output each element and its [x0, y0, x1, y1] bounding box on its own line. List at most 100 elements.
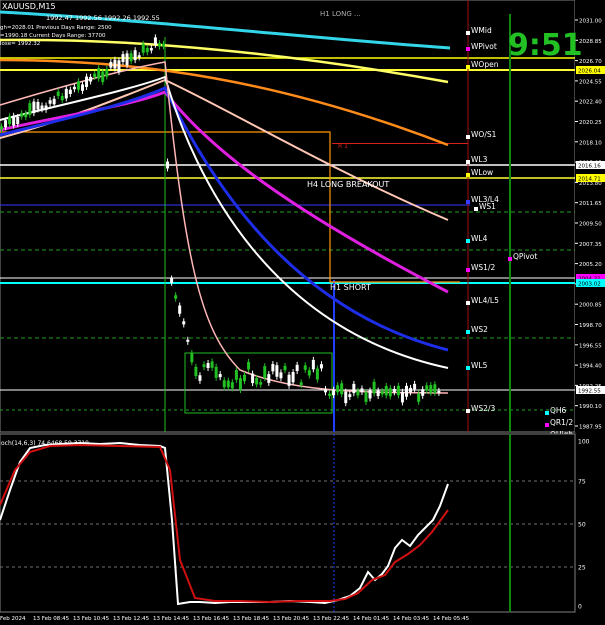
level-marker [466, 200, 470, 204]
candle-body [214, 366, 218, 378]
candle-body [133, 50, 137, 61]
level-marker [466, 31, 470, 35]
r1-label: R 1 [338, 143, 348, 150]
time-axis-label: 13 Feb 16:45 [193, 616, 230, 622]
stochastic-panel[interactable] [0, 433, 576, 613]
candle-body [356, 390, 360, 396]
candle-body [263, 366, 267, 379]
stoch-axis: 100 75 50 25 0 [578, 439, 590, 611]
candle-body [384, 385, 388, 396]
level-label: WLow [471, 168, 493, 177]
candle-body [89, 76, 93, 82]
price-tag-label: 2016.16 [578, 164, 601, 170]
candle-body [101, 71, 105, 83]
candle-body [20, 113, 24, 117]
price-tick-label: 2000.85 [579, 303, 602, 309]
level-label: WL4 [471, 234, 488, 243]
candle-body [170, 278, 174, 283]
candle-body [198, 375, 202, 381]
candle-body [76, 81, 80, 90]
candle-body [295, 364, 299, 372]
level-marker [466, 366, 470, 370]
candle-body [283, 365, 287, 371]
price-tick-label: 2022.40 [579, 100, 602, 106]
candle-body [437, 390, 441, 393]
candle-body [372, 381, 376, 394]
candle-body [97, 68, 101, 79]
info-line-2: =1990.18 Current Days Range: 37700 [0, 33, 106, 39]
time-axis-label: 14 Feb 05:45 [433, 616, 470, 622]
price-tag-label: 2003.02 [578, 282, 601, 288]
candle-body [348, 394, 352, 398]
trading-chart[interactable]: 2031.002028.852026.702024.552022.402020.… [0, 0, 605, 625]
level-marker [466, 301, 470, 305]
level-label: WS2 [471, 325, 488, 334]
candle-body [251, 373, 255, 384]
candle-body [315, 368, 319, 380]
level-marker [545, 423, 549, 427]
candle-body [319, 364, 323, 369]
candle-body [340, 383, 344, 395]
price-tick-label: 1998.70 [579, 323, 602, 329]
candle-body [324, 389, 327, 393]
candle-body [166, 161, 170, 169]
candle-body [307, 370, 311, 376]
candle-body [105, 69, 109, 77]
price-tick-label: 1996.55 [579, 343, 602, 349]
candle-body [243, 374, 246, 382]
info-line-1: gh=2028.01 Previous Days Range: 2500 [0, 25, 112, 31]
candle-body [279, 372, 283, 379]
candle-body [129, 53, 133, 62]
candle-body [113, 59, 117, 69]
candle-body [12, 115, 16, 126]
candle-body [190, 352, 194, 363]
candle-body [218, 374, 222, 378]
candle-body [149, 48, 153, 51]
level-marker [466, 65, 470, 69]
candle-body [425, 385, 429, 391]
candle-body [8, 116, 12, 125]
price-tick-label: 1990.10 [579, 404, 602, 410]
candle-body [311, 359, 315, 370]
candle-body [68, 89, 72, 94]
candle-body [48, 100, 52, 104]
candle-body [93, 73, 97, 77]
price-tick-label: 2020.25 [579, 120, 602, 126]
candle-body [52, 98, 56, 105]
candle-body [44, 105, 48, 110]
candle-body [206, 362, 210, 369]
candle-body [178, 305, 182, 314]
time-axis-label: 13 Feb 22:45 [313, 616, 350, 622]
candle-body [121, 54, 125, 62]
candle-body [85, 76, 89, 87]
candle-body [72, 86, 76, 90]
time-axis: Feb 2024 13 Feb 08:45 13 Feb 10:45 13 Feb 1… [0, 616, 470, 622]
candle-body [145, 47, 149, 53]
price-tick-label: 2007.35 [579, 242, 602, 248]
level-marker [466, 173, 470, 177]
level-marker [466, 409, 470, 413]
level-label: WO/S1 [471, 130, 497, 139]
candle-body [210, 361, 214, 368]
level-marker [466, 268, 470, 272]
candle-body [4, 120, 8, 128]
level-label: WS1 [479, 202, 496, 211]
ohlc-label: 1992.47 1992.56 1992.26 1992.55 [46, 14, 160, 22]
stoch-axis-label: 100 [578, 439, 590, 446]
candle-body [109, 62, 113, 68]
level-label: WOpen [471, 60, 499, 69]
countdown-clock: 9:51 [508, 28, 583, 63]
candle-body [194, 366, 198, 377]
time-axis-label: Feb 2024 [0, 616, 26, 622]
price-tag-label: 2014.71 [578, 177, 601, 183]
candle-body [141, 43, 145, 53]
candle-body [352, 383, 356, 394]
stoch-axis-label: 75 [578, 479, 586, 486]
candle-body [182, 321, 186, 325]
candle-body [255, 377, 259, 385]
candle-body [64, 88, 68, 99]
candle-body [40, 105, 44, 110]
level-marker [466, 135, 470, 139]
price-tick-label: 1987.95 [579, 425, 602, 431]
candle-body [336, 385, 340, 393]
